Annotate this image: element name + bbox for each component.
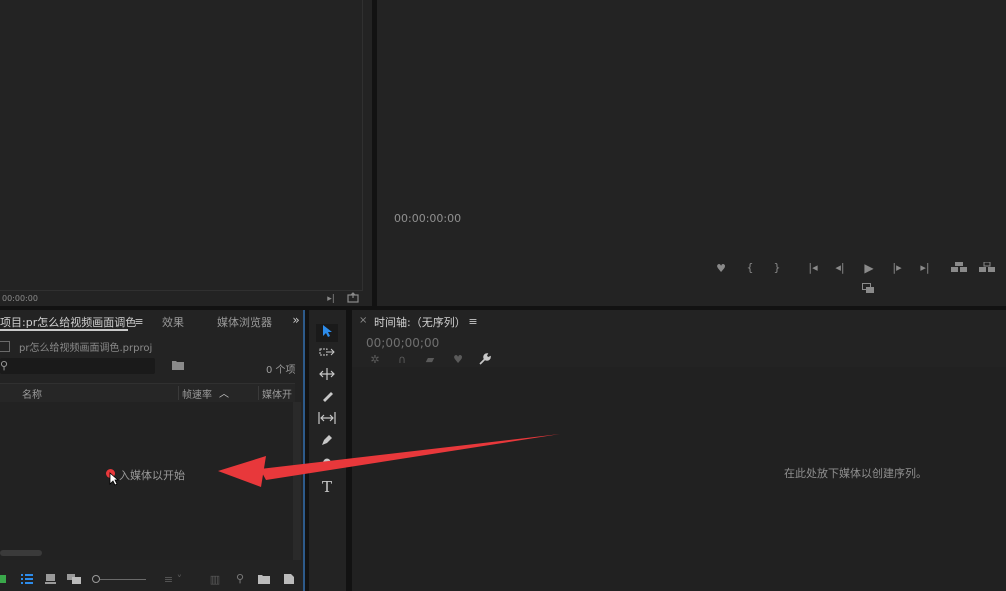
- annotation-arrow: [218, 434, 560, 487]
